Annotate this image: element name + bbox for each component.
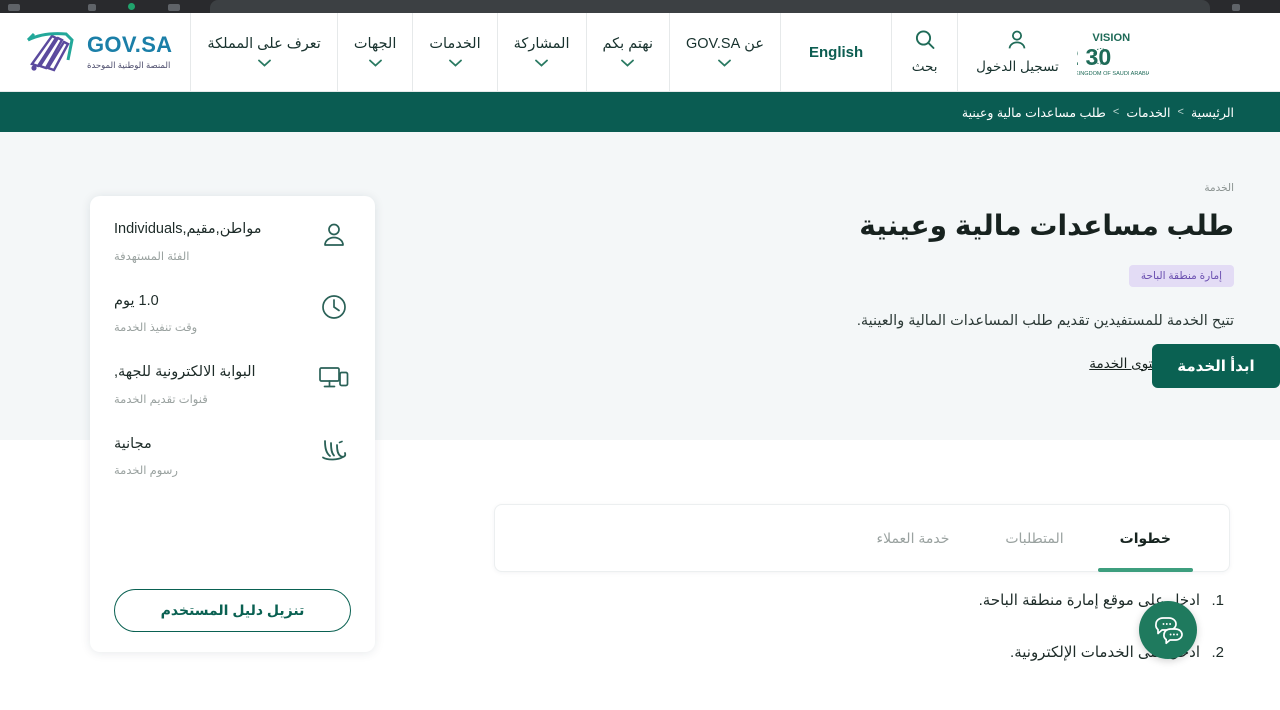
info-row-fees: مجانية رسوم الخدمة <box>114 433 351 478</box>
chevron-down-icon <box>621 59 635 67</box>
chrome-control-left <box>8 4 20 11</box>
chevron-down-icon <box>368 59 382 67</box>
breadcrumb: الرئيسية > الخدمات > طلب مساعدات مالية و… <box>962 105 1234 120</box>
nav-label: نهتم بكم <box>602 36 653 53</box>
chrome-control-mid <box>88 4 96 11</box>
search-icon <box>914 29 936 54</box>
svg-text:30: 30 <box>1085 44 1111 70</box>
nav-item-we-care[interactable]: نهتم بكم <box>585 13 669 91</box>
list-item: 2. ادخل على الخدمات الإلكترونية. <box>494 642 1224 665</box>
chevron-down-icon <box>448 59 462 67</box>
list-item: 1. ادخل على موقع إمارة منطقة الباحة. <box>494 590 1224 613</box>
chrome-control-right <box>1232 4 1240 11</box>
login-button[interactable]: تسجيل الدخول <box>957 13 1077 91</box>
chat-bubbles-icon <box>1152 613 1184 648</box>
vision-2030-logo[interactable]: VISION 2 30 KINGDOM OF SAUDI ARABIA <box>1077 13 1149 91</box>
tab-steps[interactable]: خطوات <box>1092 505 1199 572</box>
download-user-guide-button[interactable]: تنزيل دليل المستخدم <box>114 589 351 632</box>
nav-item-agencies[interactable]: الجهات <box>336 13 413 91</box>
chat-widget-button[interactable] <box>1139 601 1197 659</box>
chrome-tab-thumb <box>168 4 180 11</box>
search-label: بحث <box>911 59 938 74</box>
info-label: الفئة المستهدفة <box>114 250 190 263</box>
nav-label: تعرف على المملكة <box>207 36 321 53</box>
info-row-channels: البوابة الالكترونية للجهة, قنوات تقديم ا… <box>114 361 351 406</box>
chrome-tab-favicon <box>128 3 135 10</box>
nav-label: المشاركة <box>513 36 570 53</box>
info-row-target-audience: مواطن,مقيم,Individuals الفئة المستهدفة <box>114 218 351 263</box>
login-label: تسجيل الدخول <box>976 59 1059 74</box>
step-number: 1. <box>1211 592 1224 609</box>
info-label: رسوم الخدمة <box>114 465 178 478</box>
brand-title: GOV.SA <box>87 31 173 57</box>
service-tabs: خطوات المتطلبات خدمة العملاء <box>494 504 1230 572</box>
breadcrumb-bar: الرئيسية > الخدمات > طلب مساعدات مالية و… <box>0 92 1280 132</box>
user-icon <box>317 218 351 252</box>
nav-item-about-govsa[interactable]: عن GOV.SA <box>668 13 780 91</box>
service-info-card: مواطن,مقيم,Individuals الفئة المستهدفة 1… <box>90 196 375 652</box>
top-navigation: GOV.SA المنصة الوطنية الموحدة تعرف على ا… <box>0 13 1280 92</box>
info-row-processing-time: 1.0 يوم وقت تنفيذ الخدمة <box>114 290 351 335</box>
chevron-down-icon <box>257 59 271 67</box>
chevron-down-icon <box>718 59 732 67</box>
breadcrumb-separator: > <box>1177 106 1184 118</box>
chevron-down-icon <box>535 59 548 67</box>
devices-icon <box>317 361 351 395</box>
page-title: طلب مساعدات مالية وعينية <box>859 210 1234 241</box>
language-switch-button[interactable]: English <box>779 13 891 91</box>
breadcrumb-item-current: طلب مساعدات مالية وعينية <box>961 105 1106 120</box>
govsa-mark-icon <box>26 32 74 72</box>
start-service-button[interactable]: ابدأ الخدمة <box>1152 344 1280 388</box>
nav-label: الخدمات <box>429 36 481 53</box>
tab-customer-service[interactable]: خدمة العملاء <box>849 505 978 571</box>
steps-list: 1. ادخل على موقع إمارة منطقة الباحة. 2. … <box>494 590 1230 693</box>
breadcrumb-item-home[interactable]: الرئيسية <box>1191 105 1234 120</box>
nav-label: الجهات <box>353 36 397 53</box>
breadcrumb-separator: > <box>1112 106 1120 118</box>
govsa-logo[interactable]: GOV.SA المنصة الوطنية الموحدة <box>0 13 190 91</box>
user-icon <box>1006 29 1028 54</box>
info-value: مجانية <box>114 435 152 452</box>
service-eyebrow: الخدمة <box>1204 182 1234 194</box>
browser-chrome <box>0 0 1280 13</box>
breadcrumb-item-services[interactable]: الخدمات <box>1126 105 1170 120</box>
brand-subtitle: المنصة الوطنية الموحدة <box>87 59 171 70</box>
tab-requirements[interactable]: المتطلبات <box>977 505 1091 571</box>
info-label: قنوات تقديم الخدمة <box>114 393 208 406</box>
info-label: وقت تنفيذ الخدمة <box>114 322 198 335</box>
info-value: مواطن,مقيم,Individuals <box>114 221 262 237</box>
browser-tab-strip[interactable] <box>210 0 1210 13</box>
clock-icon <box>317 290 351 324</box>
svg-text:KINGDOM OF SAUDI ARABIA: KINGDOM OF SAUDI ARABIA <box>1077 71 1149 77</box>
step-number: 2. <box>1211 643 1224 661</box>
nav-item-services[interactable]: الخدمات <box>412 13 496 91</box>
nav-item-about-kingdom[interactable]: تعرف على المملكة <box>190 13 336 91</box>
nav-label: عن GOV.SA <box>685 36 764 53</box>
agency-badge: إمارة منطقة الباحة <box>1128 265 1234 287</box>
service-description: تتيح الخدمة للمستفيدين تقديم طلب المساعد… <box>856 313 1234 329</box>
svg-text:2: 2 <box>1077 44 1079 70</box>
vision-2030-icon: VISION 2 30 KINGDOM OF SAUDI ARABIA <box>1077 32 1149 77</box>
nav-item-participation[interactable]: المشاركة <box>496 13 586 91</box>
svg-text:VISION: VISION <box>1092 32 1130 44</box>
info-value: 1.0 يوم <box>114 292 159 309</box>
riyal-icon <box>317 433 351 467</box>
search-button[interactable]: بحث <box>891 13 957 91</box>
info-value: البوابة الالكترونية للجهة, <box>114 364 256 381</box>
